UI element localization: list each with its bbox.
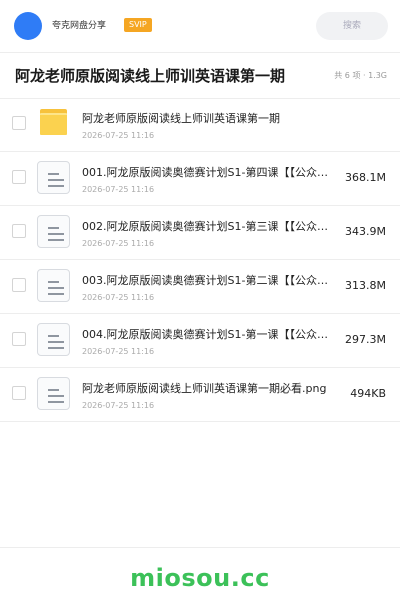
file-date: 2026-07-25 11:16: [82, 347, 155, 356]
file-list: 阿龙老师原版阅读线上师训英语课第一期 2026-07-25 11:16 001.…: [0, 98, 400, 422]
file-size: 313.8M: [345, 279, 386, 292]
top-bar: 夸克网盘分享 SVIP 搜索: [0, 0, 400, 53]
row-checkbox[interactable]: [12, 332, 26, 346]
list-item[interactable]: 001.阿龙原版阅读奥德赛计划S1-第四课【【公众号：学习充电站】】.mp4 2…: [0, 152, 400, 206]
row-checkbox[interactable]: [12, 278, 26, 292]
item-summary: 共 6 项 · 1.3G: [334, 71, 387, 80]
file-name[interactable]: 阿龙老师原版阅读线上师训英语课第一期必看.png: [82, 381, 332, 396]
file-name[interactable]: 004.阿龙原版阅读奥德赛计划S1-第一课【【公众号：学习充电站】】.mp4: [82, 327, 332, 342]
file-date: 2026-07-25 11:16: [82, 401, 155, 410]
file-size: 297.3M: [345, 333, 386, 346]
file-name[interactable]: 003.阿龙原版阅读奥德赛计划S1-第二课【【公众号：学习充电站】】.mp4: [82, 273, 332, 288]
row-checkbox[interactable]: [12, 170, 26, 184]
footer-divider: [0, 547, 400, 548]
document-icon: [37, 215, 70, 248]
file-date: 2026-07-25 11:16: [82, 239, 155, 248]
list-item[interactable]: 阿龙老师原版阅读线上师训英语课第一期 2026-07-25 11:16: [0, 98, 400, 152]
list-item[interactable]: 阿龙老师原版阅读线上师训英语课第一期必看.png 2026-07-25 11:1…: [0, 368, 400, 422]
search-placeholder: 搜索: [342, 21, 361, 31]
title-row: 阿龙老师原版阅读线上师训英语课第一期 共 6 项 · 1.3G: [0, 52, 400, 99]
document-icon: [37, 323, 70, 356]
file-date: 2026-07-25 11:16: [82, 293, 155, 302]
document-icon: [37, 161, 70, 194]
document-icon: [37, 377, 70, 410]
file-name[interactable]: 001.阿龙原版阅读奥德赛计划S1-第四课【【公众号：学习充电站】】.mp4: [82, 165, 332, 180]
svip-badge: SVIP: [124, 18, 152, 32]
folder-icon: [37, 107, 70, 140]
watermark-text: miosou.cc: [130, 564, 270, 592]
file-size: 343.9M: [345, 225, 386, 238]
list-item[interactable]: 004.阿龙原版阅读奥德赛计划S1-第一课【【公众号：学习充电站】】.mp4 2…: [0, 314, 400, 368]
row-checkbox[interactable]: [12, 224, 26, 238]
file-size: 494KB: [350, 387, 386, 400]
file-name[interactable]: 阿龙老师原版阅读线上师训英语课第一期: [82, 111, 332, 126]
file-date: 2026-07-25 11:16: [82, 131, 155, 140]
list-item[interactable]: 002.阿龙原版阅读奥德赛计划S1-第三课【【公众号：学习充电站】】.mp4 2…: [0, 206, 400, 260]
list-item[interactable]: 003.阿龙原版阅读奥德赛计划S1-第二课【【公众号：学习充电站】】.mp4 2…: [0, 260, 400, 314]
search-input[interactable]: 搜索: [316, 12, 388, 40]
file-name[interactable]: 002.阿龙原版阅读奥德赛计划S1-第三课【【公众号：学习充电站】】.mp4: [82, 219, 332, 234]
row-checkbox[interactable]: [12, 116, 26, 130]
row-checkbox[interactable]: [12, 386, 26, 400]
avatar[interactable]: [14, 12, 42, 40]
document-icon: [37, 269, 70, 302]
page-title: 阿龙老师原版阅读线上师训英语课第一期: [15, 67, 286, 85]
brand-name: 夸克网盘分享: [52, 21, 107, 31]
file-date: 2026-07-25 11:16: [82, 185, 155, 194]
file-size: 368.1M: [345, 171, 386, 184]
